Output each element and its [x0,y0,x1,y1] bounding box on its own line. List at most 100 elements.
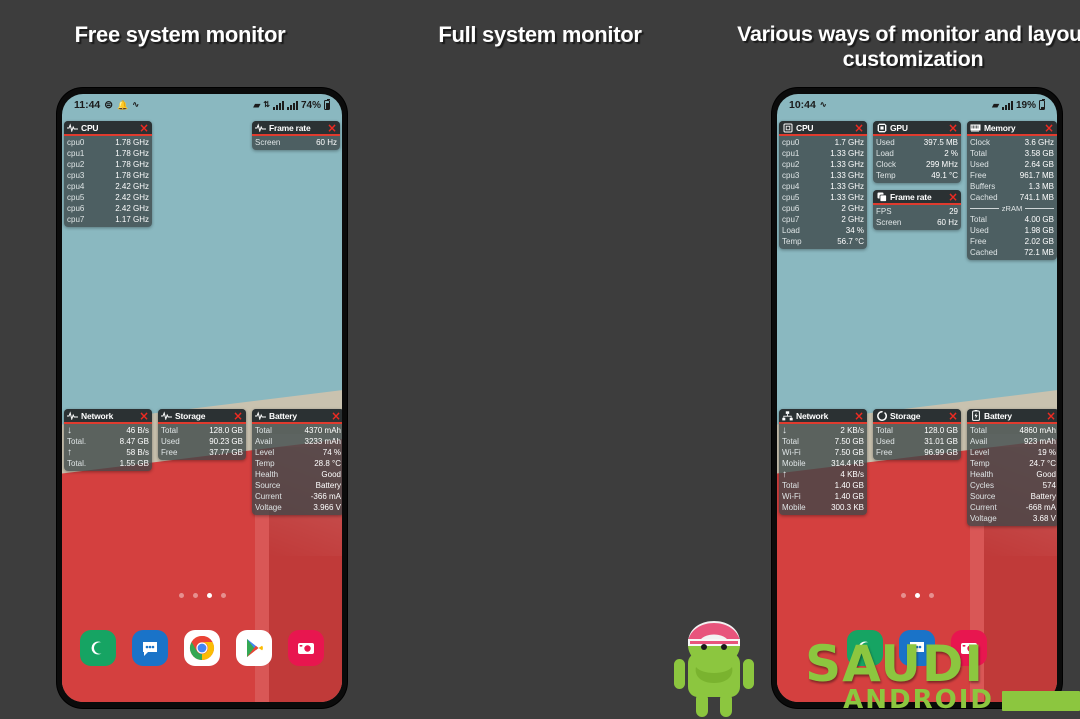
signal-icon-2 [286,100,298,110]
phone-1-screen: 11:44 ⊜ 🔔 ∿ ▰ ⇅ 74% CPU × cpu0 1.78 GHz … [62,94,342,702]
widget-row: Source Battery [255,480,341,491]
widget-row-key: cpu5 [67,193,85,202]
widget-cpu-header: CPU × [64,121,152,136]
widget-row: Voltage 3.966 V [255,502,341,513]
widget-row: ↓ 46 B/s [67,425,149,436]
widget-row-key: Source [255,481,281,490]
chrome-app-icon[interactable] [184,630,220,666]
pulse-icon [67,410,78,421]
widget-storage-body: Total 128.0 GB Used 90.23 GB Free 37.77 GB [158,424,246,460]
widget-row-value: 1.55 GB [119,459,149,468]
widget-row: Total 128.0 GB [161,425,243,436]
widget-storage-title: Storage [175,410,206,421]
status-time: 11:44 [74,99,101,111]
messages-app-icon[interactable] [132,630,168,666]
panel-full-system-monitor: Full system monitor 10:44 ∿ ▰ 19% CPU × … [360,0,1062,719]
widget-row-key: cpu7 [67,215,85,224]
panel-3-title: Various ways of monitor and layout custo… [737,22,1080,71]
widget-frame-rate-body: Screen 60 Hz [252,136,340,150]
phone-mockup-1: 11:44 ⊜ 🔔 ∿ ▰ ⇅ 74% CPU × cpu0 1.78 GHz … [57,88,347,708]
widget-row: Avail 3233 mAh [255,436,341,447]
widget-cpu-title: CPU [81,122,99,133]
widget-row: Total. 8.47 GB [67,436,149,447]
widget-row-value: 1.17 GHz [115,215,149,224]
widget-row-value: 90.23 GB [209,437,243,446]
camera-app-icon[interactable] [288,630,324,666]
dnd-icon: ⊜ [104,98,114,111]
widget-row-value: -366 mA [310,492,341,501]
widget-row-value: 3.966 V [313,503,341,512]
play-store-app-icon[interactable] [236,630,272,666]
widget-row-value: 58 B/s [126,448,149,457]
signal-icon-1 [272,100,284,110]
widget-row-key: Total [161,426,178,435]
widget-row-value: 1.78 GHz [115,149,149,158]
widget-row-value: 2.42 GHz [115,193,149,202]
widget-row: Temp 28.8 °C [255,458,341,469]
widget-row-key: ↓ [67,425,72,436]
widget-row-key: cpu0 [67,138,85,147]
widget-row-key: Health [255,470,279,479]
widget-network-header: Network × [64,409,152,424]
widget-row-value: 1.78 GHz [115,138,149,147]
close-icon[interactable]: × [233,410,243,422]
panel-free-system-monitor: Free system monitor 11:44 ⊜ 🔔 ∿ ▰ ⇅ 74% … [0,0,360,719]
widget-row: Level 74 % [255,447,341,458]
widget-row-value: 60 Hz [316,138,337,147]
close-icon[interactable]: × [139,122,149,134]
widget-network[interactable]: Network × ↓ 46 B/s Total. 8.47 GB ↑ 58 B/s Tot… [64,409,152,471]
widget-row: cpu1 1.78 GHz [67,148,149,159]
widget-battery[interactable]: Battery × Total 4370 mAh Avail 3233 mAh Leve… [252,409,342,515]
widget-row: Used 90.23 GB [161,436,243,447]
widget-cpu[interactable]: CPU × cpu0 1.78 GHz cpu1 1.78 GHz cpu2 1.78 G… [64,121,152,227]
widget-row-value: 46 B/s [126,426,149,435]
close-icon[interactable]: × [331,410,341,422]
phone-app-icon[interactable] [80,630,116,666]
widget-row-value: 3233 mAh [304,437,341,446]
widget-row: Total 4370 mAh [255,425,341,436]
widget-row-key: Temp [255,459,275,468]
widget-row-key: cpu2 [67,160,85,169]
widget-row-value: 28.8 °C [314,459,341,468]
widget-frame-rate-header: Frame rate × [252,121,340,136]
pulse-icon: ∿ [132,100,140,109]
widget-battery-body: Total 4370 mAh Avail 3233 mAh Level 74 % Temp 2… [252,424,342,515]
widget-row-value: 1.78 GHz [115,171,149,180]
pulse-icon [67,122,78,133]
widget-row-value: 128.0 GB [209,426,243,435]
widget-row: cpu6 2.42 GHz [67,203,149,214]
widget-battery-title: Battery [269,410,297,421]
page-dot[interactable] [220,593,226,598]
data-icon: ⇅ [263,100,270,109]
widget-storage[interactable]: Storage × Total 128.0 GB Used 90.23 GB Free 3… [158,409,246,460]
widget-row-key: Screen [255,138,281,147]
widget-storage-header: Storage × [158,409,246,424]
close-icon[interactable]: × [327,122,337,134]
home-page-dots [62,593,342,598]
widget-network-body: ↓ 46 B/s Total. 8.47 GB ↑ 58 B/s Total. 1.55 GB [64,424,152,471]
widget-row: cpu0 1.78 GHz [67,137,149,148]
panel-customization: Various ways of monitor and layout custo… [720,0,1080,719]
widget-row-key: cpu6 [67,204,85,213]
widget-row: ↑ 58 B/s [67,447,149,458]
panel-2-title: Full system monitor [438,22,642,47]
page-dot[interactable] [192,593,198,598]
widget-row-key: Total. [67,437,87,446]
widget-frame-rate[interactable]: Frame rate × Screen 60 Hz [252,121,340,150]
page-dot[interactable] [206,593,212,598]
widget-row-key: cpu3 [67,171,85,180]
wifi-icon: ▰ [253,99,261,110]
widget-row-value: 8.47 GB [119,437,149,446]
widget-row-value: Good [321,470,341,479]
widget-row-key: Total [255,426,272,435]
widget-row-value: 1.78 GHz [115,160,149,169]
widget-row-value: 2.42 GHz [115,204,149,213]
page-dot[interactable] [178,593,184,598]
pulse-icon [161,410,172,421]
widget-row: cpu3 1.78 GHz [67,170,149,181]
panel-1-title: Free system monitor [74,22,286,47]
widget-row: cpu2 1.78 GHz [67,159,149,170]
widget-row-key: cpu1 [67,149,85,158]
close-icon[interactable]: × [139,410,149,422]
widget-row-key: Avail [255,437,273,446]
